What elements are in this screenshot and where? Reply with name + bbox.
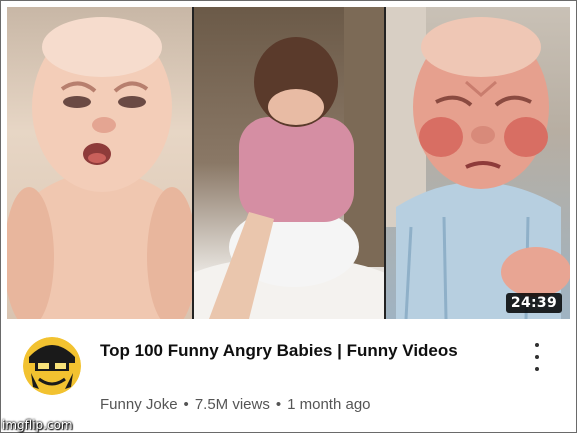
duration-badge: 24:39 — [505, 293, 562, 313]
more-vert-icon[interactable] — [531, 343, 543, 371]
imgflip-watermark: imgflip.com — [2, 418, 73, 432]
newborn-angry-face-image — [386, 7, 570, 319]
thumbnail-panel-3 — [386, 7, 570, 319]
kebab-dot — [535, 355, 539, 359]
cartoon-face-avatar-icon — [23, 337, 81, 395]
kebab-dot — [535, 367, 539, 371]
video-subtitle: Funny Joke • 7.5M views • 1 month ago — [100, 396, 371, 413]
video-thumbnail[interactable]: 24:39 — [7, 7, 570, 319]
baby-scowling-image — [7, 17, 192, 319]
video-metadata: Top 100 Funny Angry Babies | Funny Video… — [7, 323, 570, 423]
separator-dot: • — [275, 396, 282, 413]
video-title[interactable]: Top 100 Funny Angry Babies | Funny Video… — [100, 340, 480, 362]
kebab-dot — [535, 343, 539, 347]
separator-dot: • — [183, 396, 189, 413]
baby-facing-wall-image — [194, 7, 384, 319]
thumbnail-panel-1 — [7, 7, 192, 319]
thumbnail-panel-2 — [194, 7, 384, 319]
upload-age: 1 month ago — [287, 396, 371, 413]
view-count: 7.5M views — [194, 396, 270, 413]
channel-avatar[interactable] — [23, 337, 81, 395]
video-card[interactable]: 24:39 Top 100 Funny Angry Babies | Funny… — [0, 0, 577, 433]
channel-name[interactable]: Funny Joke — [100, 396, 178, 413]
